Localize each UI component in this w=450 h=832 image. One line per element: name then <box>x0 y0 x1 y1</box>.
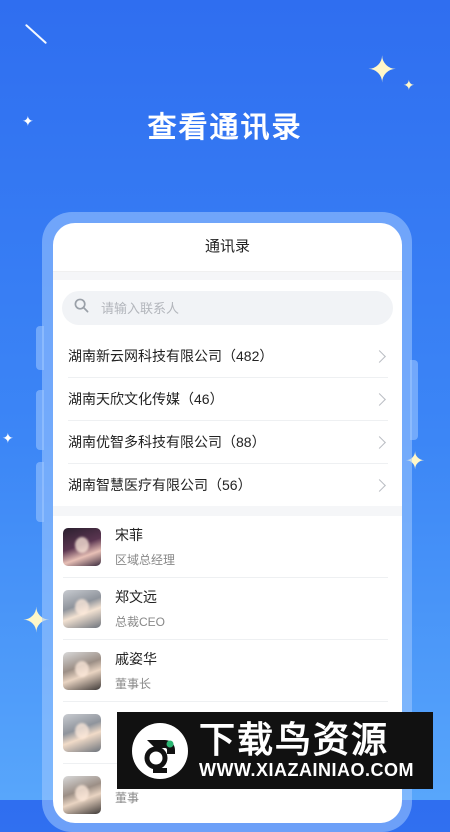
chevron-right-icon <box>373 392 386 406</box>
company-item[interactable]: 湖南智慧医疗有限公司（56） <box>68 464 388 506</box>
sparkle-icon: ✦ <box>367 49 398 90</box>
chevron-right-icon <box>373 478 386 492</box>
contact-title: 董事 <box>115 791 140 805</box>
contact-item[interactable]: 宋菲 区域总经理 <box>63 516 388 578</box>
light-streak <box>24 23 48 45</box>
screen-title: 通讯录 <box>53 223 402 272</box>
company-label: 湖南新云网科技有限公司（482） <box>68 348 274 364</box>
page-headline: 查看通讯录 <box>147 112 303 144</box>
company-label: 湖南优智多科技有限公司（88） <box>68 434 266 450</box>
company-item[interactable]: 湖南新云网科技有限公司（482） <box>68 335 388 378</box>
chevron-right-icon <box>373 435 386 449</box>
watermark-title: 下载鸟资源 <box>199 719 390 760</box>
search-bar[interactable] <box>62 291 393 325</box>
watermark-banner: 下载鸟资源 WWW.XIAZAINIAO.COM <box>117 712 433 789</box>
contact-title: 总裁CEO <box>115 615 166 629</box>
chevron-right-icon <box>373 349 386 363</box>
divider <box>53 272 402 280</box>
company-label: 湖南智慧医疗有限公司（56） <box>68 477 252 493</box>
contact-title: 董事长 <box>115 677 152 691</box>
contact-title: 区域总经理 <box>115 553 176 567</box>
sparkle-icon: ✦ <box>403 77 415 93</box>
watermark-url: WWW.XIAZAINIAO.COM <box>199 760 414 780</box>
search-input[interactable] <box>99 299 353 317</box>
avatar <box>63 527 101 566</box>
sparkle-icon: ✦ <box>2 430 14 446</box>
company-item[interactable]: 湖南天欣文化传媒（46） <box>68 378 388 421</box>
contact-name: 宋菲 <box>115 527 143 543</box>
avatar <box>63 651 101 690</box>
contact-name: 戚姿华 <box>115 651 157 667</box>
avatar <box>63 713 101 752</box>
section-separator <box>53 506 402 516</box>
contact-name: 郑文远 <box>115 589 157 605</box>
avatar <box>63 775 101 814</box>
search-icon <box>74 298 89 318</box>
contact-item[interactable]: 戚姿华 董事长 <box>63 640 388 702</box>
contact-item[interactable]: 郑文远 总裁CEO <box>63 578 388 640</box>
company-list: 湖南新云网科技有限公司（482） 湖南天欣文化传媒（46） 湖南优智多科技有限公… <box>53 335 402 506</box>
bird-logo-icon <box>131 722 189 780</box>
company-label: 湖南天欣文化传媒（46） <box>68 391 224 407</box>
avatar <box>63 589 101 628</box>
company-item[interactable]: 湖南优智多科技有限公司（88） <box>68 421 388 464</box>
